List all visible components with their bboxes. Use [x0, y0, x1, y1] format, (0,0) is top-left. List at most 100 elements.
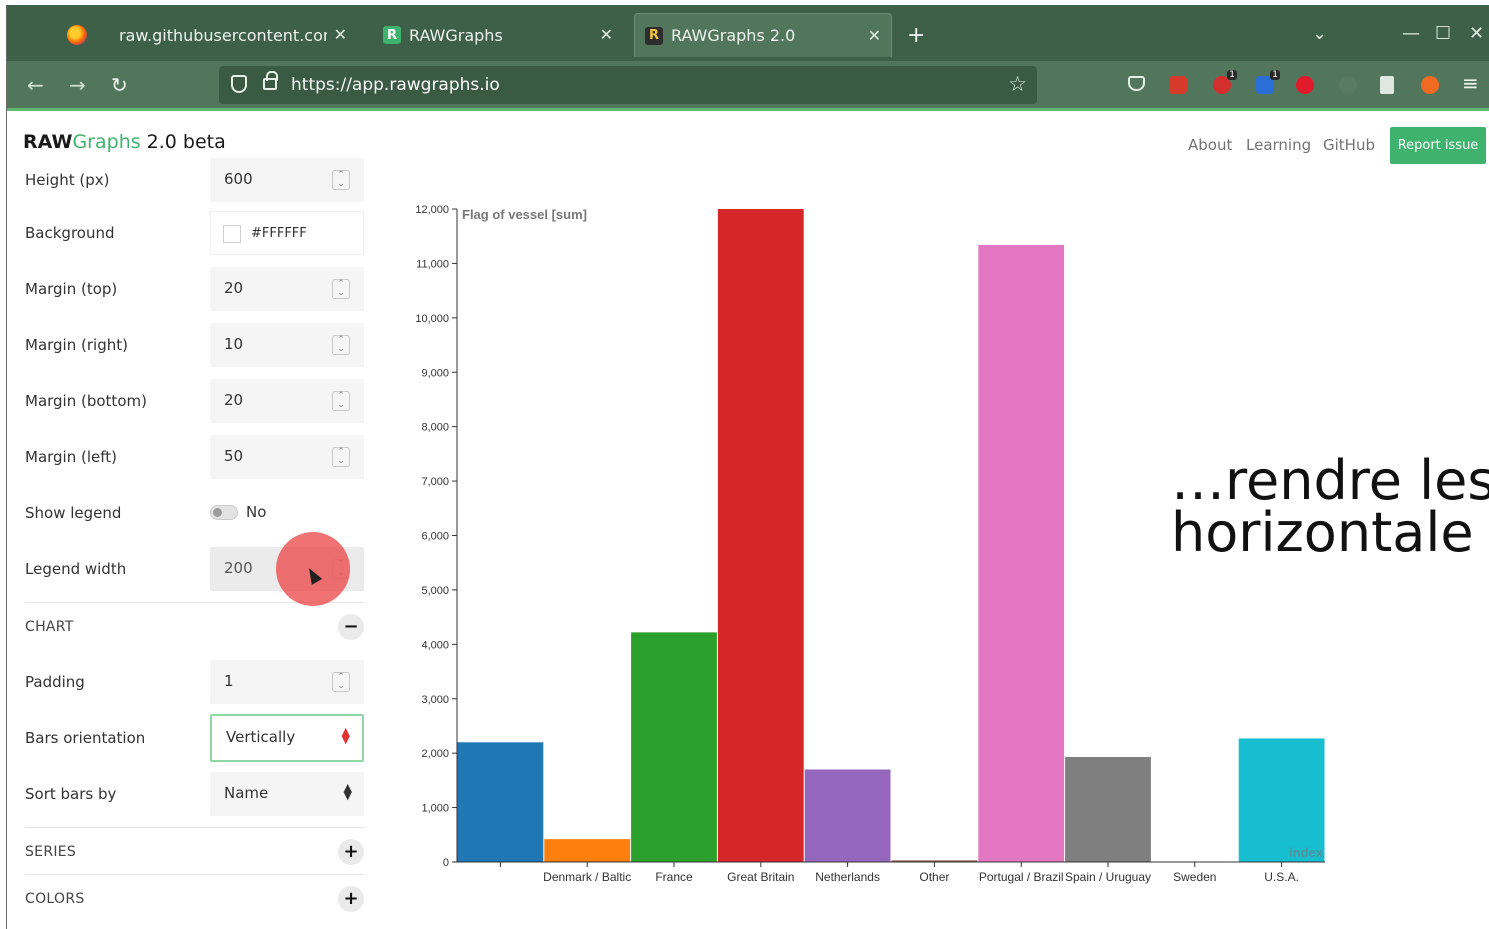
background-color-input[interactable]: #FFFFFF: [210, 211, 364, 255]
back-icon[interactable]: ←: [27, 73, 44, 97]
section-chart[interactable]: CHART −: [25, 602, 364, 648]
x-tick-label: Netherlands: [815, 870, 880, 884]
y-tick-label: 0: [443, 857, 449, 869]
close-tab-icon[interactable]: ✕: [334, 25, 347, 44]
margin-right-input[interactable]: 10 ⌃ ⌄: [210, 323, 364, 367]
stepper-icon[interactable]: ⌃ ⌄: [332, 391, 350, 411]
stepper-icon[interactable]: ⌃ ⌄: [332, 672, 350, 692]
pinterest-icon[interactable]: [1296, 76, 1314, 94]
option-margin-left: Margin (left) 50 ⌃ ⌄: [7, 429, 377, 485]
forward-icon[interactable]: →: [69, 73, 86, 97]
x-tick-label: Great Britain: [727, 870, 794, 884]
maximize-icon[interactable]: ☐: [1435, 23, 1451, 44]
option-label: Margin (top): [25, 280, 118, 298]
option-label: Padding: [25, 673, 85, 691]
y-tick-label: 5,000: [421, 585, 449, 597]
height-input[interactable]: 600 ⌃ ⌄: [210, 158, 364, 202]
bar: [631, 632, 717, 862]
option-label: Margin (right): [25, 336, 128, 354]
collapse-icon[interactable]: −: [338, 614, 364, 640]
option-height: Height (px) 600 ⌃ ⌄: [7, 152, 377, 208]
tab-list-icon[interactable]: ⌄: [1312, 23, 1327, 44]
ublock-icon[interactable]: 1: [1213, 70, 1237, 94]
expand-icon[interactable]: +: [338, 886, 364, 912]
bookmark-star-icon[interactable]: ☆: [1008, 72, 1027, 96]
option-background: Background #FFFFFF: [7, 205, 377, 261]
x-tick-label: Denmark / Baltic: [543, 870, 631, 884]
section-label: COLORS: [25, 891, 85, 907]
bar: [804, 769, 891, 862]
minimize-icon[interactable]: —: [1402, 23, 1420, 44]
url-bar[interactable]: https://app.rawgraphs.io ☆: [219, 66, 1037, 104]
overlay-caption: …rendre les horizontale: [1171, 449, 1489, 560]
option-bars-orientation: Bars orientation Vertically ▲ ▼: [7, 710, 377, 766]
section-label: CHART: [25, 619, 74, 635]
option-sort-bars: Sort bars by Name ▲ ▼: [7, 766, 377, 822]
legend-width-value: 200: [224, 559, 253, 577]
menu-icon[interactable]: ≡: [1462, 71, 1479, 95]
duckduckgo-icon[interactable]: [1421, 76, 1439, 94]
bar: [717, 209, 804, 862]
y-tick-label: 6,000: [421, 531, 449, 543]
option-margin-right: Margin (right) 10 ⌃ ⌄: [7, 317, 377, 373]
tab-rawgraphs[interactable]: R RAWGraphs ✕: [373, 13, 623, 57]
extension-icon[interactable]: 1: [1256, 70, 1280, 94]
y-tick-label: 7,000: [421, 476, 449, 488]
legend-toggle[interactable]: [210, 505, 238, 520]
toggle-state: No: [246, 503, 267, 521]
select-arrows-icon: ▲ ▼: [343, 781, 352, 802]
margin-right-value: 10: [224, 335, 244, 353]
x-tick-label: Other: [919, 870, 949, 884]
reload-icon[interactable]: ↻: [111, 73, 128, 97]
y-tick-label: 10,000: [415, 313, 449, 325]
stepper-icon[interactable]: ⌃ ⌄: [332, 335, 350, 355]
reader-icon[interactable]: [1380, 76, 1394, 94]
close-tab-icon[interactable]: ✕: [868, 26, 881, 45]
report-issue-button[interactable]: Report issue: [1390, 127, 1486, 164]
rawgraphs-favicon-icon: R: [383, 26, 401, 44]
overlay-line: …rendre les: [1171, 449, 1489, 512]
stepper-icon[interactable]: ⌃ ⌄: [332, 447, 350, 467]
x-tick-label: Sweden: [1173, 870, 1216, 884]
margin-left-input[interactable]: 50 ⌃ ⌄: [210, 435, 364, 479]
padding-input[interactable]: 1 ⌃ ⌄: [210, 660, 364, 704]
github-link[interactable]: GitHub: [1323, 136, 1375, 154]
orientation-value: Vertically: [226, 728, 296, 746]
close-tab-icon[interactable]: ✕: [600, 25, 613, 44]
close-window-icon[interactable]: ✕: [1469, 23, 1484, 44]
firefox-icon[interactable]: [67, 25, 87, 45]
option-label: Bars orientation: [25, 729, 146, 747]
new-tab-icon[interactable]: +: [907, 23, 925, 48]
stepper-icon[interactable]: ⌃ ⌄: [332, 170, 350, 190]
margin-top-input[interactable]: 20 ⌃ ⌄: [210, 267, 364, 311]
height-value: 600: [224, 170, 253, 188]
tab-title: RAWGraphs: [409, 25, 503, 45]
bar: [1065, 756, 1151, 862]
option-label: Legend width: [25, 560, 127, 578]
section-series[interactable]: SERIES +: [25, 827, 364, 873]
tab-strip: raw.githubusercontent.com/ ✕ R RAWGraphs…: [7, 5, 1489, 61]
tracking-shield-icon[interactable]: [231, 75, 247, 93]
brand-logo[interactable]: RAWGraphs 2.0 beta: [23, 131, 226, 153]
pocket-icon[interactable]: [1128, 76, 1145, 91]
tab-raw-github[interactable]: raw.githubusercontent.com/ ✕: [107, 13, 357, 57]
color-swatch[interactable]: [223, 225, 241, 243]
bar: [1238, 738, 1325, 862]
sort-select[interactable]: Name ▲ ▼: [210, 772, 364, 816]
padding-value: 1: [224, 672, 234, 690]
extension-icon[interactable]: [1169, 76, 1187, 94]
bar: [978, 244, 1065, 862]
extension-icon[interactable]: [1339, 76, 1357, 94]
x-tick-label: France: [655, 870, 693, 884]
url-text[interactable]: https://app.rawgraphs.io: [291, 75, 500, 95]
lock-icon[interactable]: [263, 71, 278, 90]
margin-bottom-input[interactable]: 20 ⌃ ⌄: [210, 379, 364, 423]
stepper-icon[interactable]: ⌃ ⌄: [332, 279, 350, 299]
learning-link[interactable]: Learning: [1246, 136, 1311, 154]
about-link[interactable]: About: [1188, 136, 1232, 154]
section-colors[interactable]: COLORS +: [25, 874, 364, 920]
expand-icon[interactable]: +: [338, 839, 364, 865]
tab-rawgraphs-2[interactable]: R RAWGraphs 2.0 ✕: [634, 13, 892, 57]
margin-bottom-value: 20: [224, 391, 244, 409]
orientation-select[interactable]: Vertically ▲ ▼: [210, 714, 364, 762]
